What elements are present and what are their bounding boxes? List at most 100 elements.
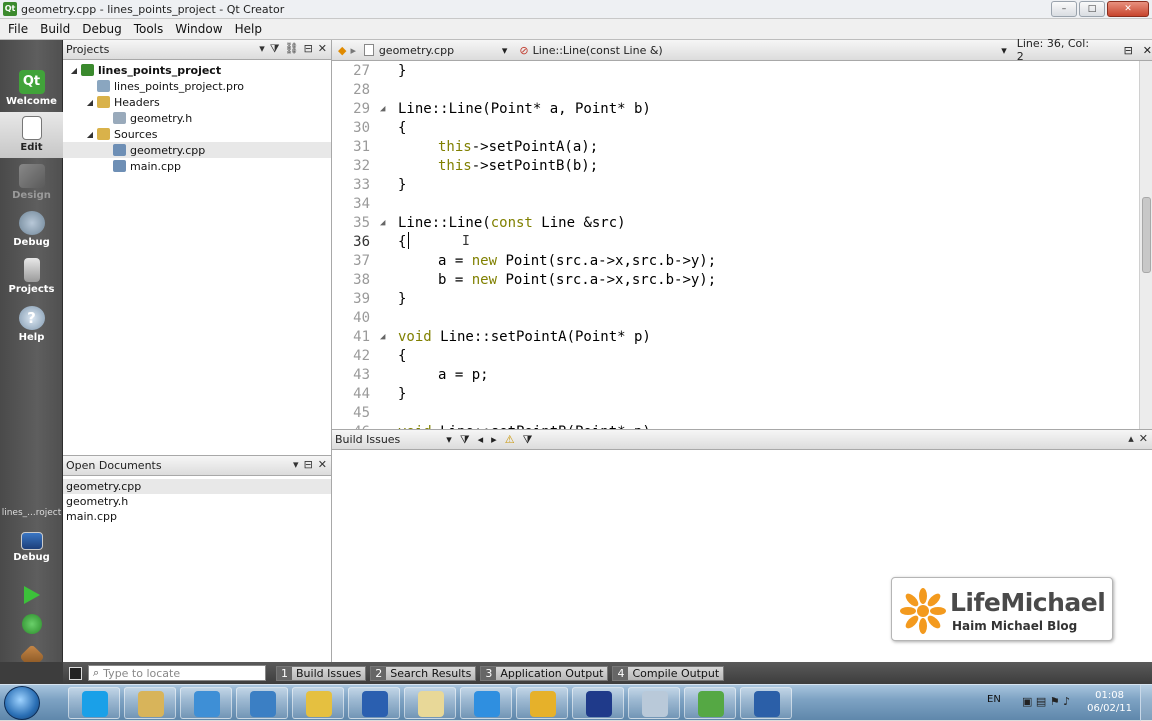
filter-icon[interactable]: ⧩ <box>270 42 280 56</box>
clear-filter-icon[interactable]: ⧩ <box>523 433 533 447</box>
tree-item[interactable]: main.cpp <box>63 158 331 174</box>
design-pencil-icon <box>18 164 45 188</box>
output-tab-search-results[interactable]: 2 Search Results <box>370 665 477 681</box>
menu-file[interactable]: File <box>2 22 34 36</box>
fold-marker-icon[interactable]: ◢ <box>380 214 385 233</box>
tree-item[interactable]: ◢ Headers <box>63 94 331 110</box>
menu-build[interactable]: Build <box>34 22 76 36</box>
itunes-icon <box>362 691 388 717</box>
menu-debug[interactable]: Debug <box>76 22 127 36</box>
taskbar-app-button[interactable] <box>68 687 120 719</box>
language-indicator[interactable]: EN <box>987 694 1001 705</box>
taskbar-app-button[interactable] <box>348 687 400 719</box>
mode-help[interactable]: ? Help <box>0 302 63 348</box>
dropdown-arrow-icon[interactable]: ▾ <box>259 42 265 56</box>
tree-item[interactable]: lines_points_project.pro <box>63 78 331 94</box>
mode-design[interactable]: Design <box>0 160 63 206</box>
mode-welcome[interactable]: Qt Welcome <box>0 66 63 112</box>
sidebar-toggle-button[interactable] <box>69 666 82 680</box>
warning-filter-icon[interactable]: ⚠ <box>505 433 515 446</box>
dropdown-arrow-icon[interactable]: ▾ <box>446 433 452 446</box>
minimize-button[interactable]: – <box>1051 1 1077 17</box>
open-document-item[interactable]: main.cpp <box>63 509 331 524</box>
output-tab-application-output[interactable]: 3 Application Output <box>480 665 609 681</box>
menu-help[interactable]: Help <box>229 22 268 36</box>
open-document-item[interactable]: geometry.h <box>63 494 331 509</box>
output-tab-compile-output[interactable]: 4 Compile Output <box>612 665 725 681</box>
link-icon[interactable]: ⛓ <box>285 42 299 56</box>
tree-item[interactable]: geometry.cpp <box>63 142 331 158</box>
show-desktop-button[interactable] <box>1140 685 1152 721</box>
chevron-down-icon[interactable]: ▾ <box>502 44 508 57</box>
split-icon[interactable]: ⊟ <box>304 458 313 471</box>
editor-scrollbar[interactable] <box>1139 61 1152 429</box>
nav-forward-icon[interactable]: ▸ <box>350 44 356 57</box>
expand-arrow-icon[interactable]: ◢ <box>85 130 95 139</box>
clock[interactable]: 01:08 06/02/11 <box>1087 689 1132 715</box>
target-project-name[interactable]: lines_...roject <box>0 508 63 524</box>
menu-tools[interactable]: Tools <box>128 22 170 36</box>
close-icon[interactable]: ✕ <box>1139 432 1148 445</box>
fold-marker-icon[interactable]: ◢ <box>380 100 385 119</box>
taskbar-app-button[interactable] <box>180 687 232 719</box>
symbol-selector[interactable]: Line::Line(const Line &) <box>533 44 1002 57</box>
tree-item[interactable]: ◢ Sources <box>63 126 331 142</box>
maximize-button[interactable]: □ <box>1079 1 1105 17</box>
code-editor[interactable]: 27} 28 29 ◢ Line::Line(Point* a, Point* b) 30… <box>332 61 1152 429</box>
filter-icon[interactable]: ⧩ <box>460 433 470 447</box>
code-text: Line::Line(const Line &src) <box>398 214 626 233</box>
chevron-down-icon[interactable]: ▾ <box>1001 44 1007 57</box>
expand-arrow-icon[interactable]: ◢ <box>85 98 95 107</box>
expand-arrow-icon[interactable]: ◢ <box>69 66 79 75</box>
maximize-panel-icon[interactable]: ▴ <box>1128 432 1134 445</box>
taskbar-app-button[interactable] <box>740 687 792 719</box>
split-icon[interactable]: ⊟ <box>1124 44 1133 57</box>
previous-icon[interactable]: ◂ <box>478 433 484 446</box>
taskbar-app-button[interactable] <box>572 687 624 719</box>
nav-back-icon[interactable]: ◆ <box>338 44 346 57</box>
code-text: { <box>398 233 406 252</box>
scrollbar-thumb[interactable] <box>1142 197 1151 273</box>
taskbar-app-button[interactable] <box>684 687 736 719</box>
tab-label: Build Issues <box>296 666 362 680</box>
taskbar-app-button[interactable] <box>628 687 680 719</box>
tree-item[interactable]: ◢ lines_points_project <box>63 62 331 78</box>
tree-item[interactable]: geometry.h <box>63 110 331 126</box>
open-documents-header: Open Documents ▾ ⊟ ✕ <box>63 456 331 476</box>
mode-label: Edit <box>20 142 43 153</box>
open-document-item[interactable]: geometry.cpp <box>63 479 331 494</box>
edit-document-icon <box>21 116 42 140</box>
code-line: 40 <box>332 309 1140 328</box>
target-selector[interactable]: Debug <box>0 528 63 574</box>
code-token: Line::setPointA(Point* p) <box>431 329 651 345</box>
mode-edit[interactable]: Edit <box>0 112 63 158</box>
split-icon[interactable]: ⊟ <box>304 42 313 56</box>
mode-debug[interactable]: Debug <box>0 207 63 253</box>
mode-projects[interactable]: Projects <box>0 254 63 300</box>
tray-icons[interactable]: ▣ ▤ ⚑ ♪ <box>1022 695 1070 708</box>
taskbar-app-button[interactable] <box>516 687 568 719</box>
dropdown-arrow-icon[interactable]: ▾ <box>293 458 299 471</box>
next-icon[interactable]: ▸ <box>491 433 497 446</box>
close-icon[interactable]: ✕ <box>318 42 327 56</box>
code-token: { <box>398 348 407 364</box>
output-tab-build-issues[interactable]: 1 Build Issues <box>276 665 367 681</box>
close-icon[interactable]: ✕ <box>318 458 327 471</box>
run-button[interactable] <box>0 580 63 608</box>
locator-input[interactable]: ⌕ Type to locate <box>88 665 266 681</box>
close-icon[interactable]: ✕ <box>1143 44 1152 57</box>
taskbar-app-button[interactable] <box>460 687 512 719</box>
fold-marker-icon[interactable]: ◢ <box>380 328 385 347</box>
tab-number: 1 <box>277 666 292 680</box>
debug-run-button[interactable] <box>0 610 63 640</box>
close-button[interactable]: ✕ <box>1107 1 1149 17</box>
taskbar-app-button[interactable] <box>124 687 176 719</box>
menu-window[interactable]: Window <box>169 22 228 36</box>
taskbar-app-button[interactable] <box>404 687 456 719</box>
tab-number: 2 <box>371 666 387 680</box>
projects-icon <box>23 258 40 282</box>
taskbar-app-button[interactable] <box>292 687 344 719</box>
taskbar-app-button[interactable] <box>236 687 288 719</box>
current-file-selector[interactable]: geometry.cpp <box>379 44 502 57</box>
start-button[interactable] <box>4 686 40 720</box>
